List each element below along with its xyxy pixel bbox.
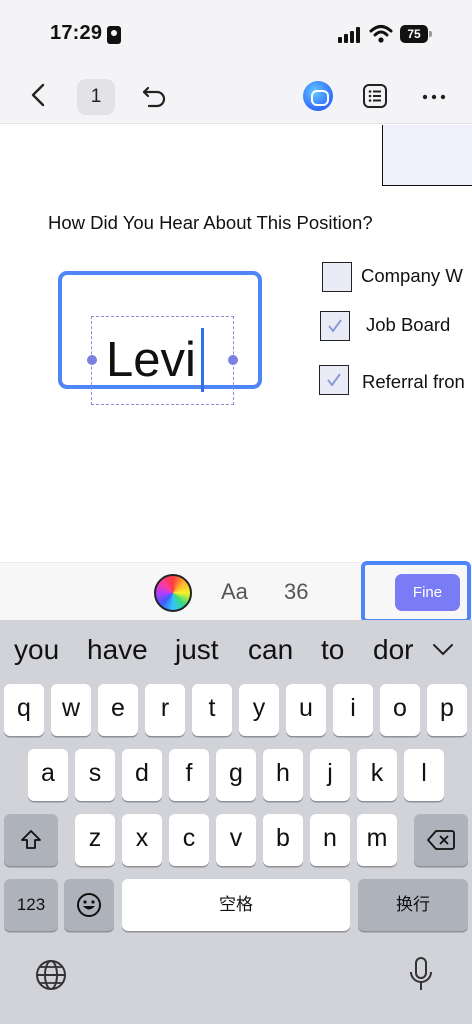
- suggestion-word[interactable]: have: [87, 634, 148, 666]
- key-l[interactable]: l: [404, 749, 444, 801]
- checkbox-job-board[interactable]: [320, 311, 350, 341]
- font-style-button[interactable]: Aa: [221, 579, 248, 605]
- option-label-job-board: Job Board: [366, 314, 451, 335]
- suggestion-word[interactable]: dor: [373, 634, 413, 666]
- key-w[interactable]: w: [51, 684, 91, 736]
- signature-text[interactable]: Levi: [106, 330, 196, 390]
- checkbox-company-website[interactable]: [322, 262, 352, 292]
- check-icon: [327, 373, 341, 387]
- suggestion-word[interactable]: you: [14, 634, 59, 666]
- more-dots-icon[interactable]: [421, 87, 447, 107]
- id-card-icon: [107, 26, 121, 44]
- resize-handle-right[interactable]: [228, 355, 238, 365]
- shift-key[interactable]: [4, 814, 58, 866]
- space-key[interactable]: 空格: [122, 879, 350, 931]
- delete-key[interactable]: [414, 814, 468, 866]
- key-j[interactable]: j: [310, 749, 350, 801]
- key-x[interactable]: x: [122, 814, 162, 866]
- microphone-icon[interactable]: [408, 956, 434, 994]
- top-toolbar: 1: [0, 64, 472, 124]
- outline-list-icon[interactable]: [362, 83, 388, 109]
- delete-icon: [427, 830, 455, 850]
- key-y[interactable]: y: [239, 684, 279, 736]
- key-i[interactable]: i: [333, 684, 373, 736]
- key-p[interactable]: p: [427, 684, 467, 736]
- suggestion-word[interactable]: can: [248, 634, 293, 666]
- form-field-box[interactable]: [382, 125, 472, 186]
- key-c[interactable]: c: [169, 814, 209, 866]
- numbers-key[interactable]: 123: [4, 879, 58, 931]
- check-icon: [328, 319, 342, 333]
- key-g[interactable]: g: [216, 749, 256, 801]
- key-q[interactable]: q: [4, 684, 44, 736]
- checkbox-referral[interactable]: [319, 365, 349, 395]
- text-caret: [201, 328, 204, 392]
- question-label: How Did You Hear About This Position?: [48, 212, 373, 233]
- suggestion-word[interactable]: to: [321, 634, 344, 666]
- battery-indicator: 75: [400, 25, 428, 43]
- suggestion-bar: you have just can to dor: [0, 620, 418, 680]
- back-chevron-icon[interactable]: [26, 82, 52, 108]
- status-bar: 17:29 75: [0, 0, 472, 64]
- key-u[interactable]: u: [286, 684, 326, 736]
- return-key[interactable]: 换行: [358, 879, 468, 931]
- ai-assistant-icon[interactable]: [303, 81, 333, 111]
- key-d[interactable]: d: [122, 749, 162, 801]
- document-canvas[interactable]: How Did You Hear About This Position? Co…: [0, 125, 472, 562]
- key-f[interactable]: f: [169, 749, 209, 801]
- emoji-key[interactable]: [64, 879, 114, 931]
- suggestion-word[interactable]: just: [175, 634, 219, 666]
- page-number-button[interactable]: 1: [77, 79, 115, 115]
- cellular-signal-icon: [338, 27, 362, 43]
- key-v[interactable]: v: [216, 814, 256, 866]
- font-size-button[interactable]: 36: [284, 579, 308, 605]
- key-b[interactable]: b: [263, 814, 303, 866]
- key-n[interactable]: n: [310, 814, 350, 866]
- key-m[interactable]: m: [357, 814, 397, 866]
- key-t[interactable]: t: [192, 684, 232, 736]
- status-time: 17:29: [50, 22, 103, 44]
- battery-cap: [429, 31, 432, 37]
- key-s[interactable]: s: [75, 749, 115, 801]
- emoji-icon: [77, 893, 101, 917]
- key-o[interactable]: o: [380, 684, 420, 736]
- chevron-down-icon[interactable]: [432, 643, 454, 657]
- undo-icon[interactable]: [140, 82, 168, 108]
- option-label-company-website: Company W: [361, 265, 463, 286]
- key-e[interactable]: e: [98, 684, 138, 736]
- resize-handle-left[interactable]: [87, 355, 97, 365]
- key-a[interactable]: a: [28, 749, 68, 801]
- key-k[interactable]: k: [357, 749, 397, 801]
- key-h[interactable]: h: [263, 749, 303, 801]
- text-format-bar: Aa 36 Fine: [0, 561, 472, 623]
- globe-icon[interactable]: [34, 958, 68, 992]
- key-z[interactable]: z: [75, 814, 115, 866]
- option-label-referral: Referral fron: [362, 371, 465, 392]
- done-button[interactable]: Fine: [395, 574, 460, 611]
- color-picker-icon[interactable]: [154, 574, 192, 612]
- shift-icon: [21, 830, 41, 849]
- key-r[interactable]: r: [145, 684, 185, 736]
- wifi-icon: [369, 25, 393, 43]
